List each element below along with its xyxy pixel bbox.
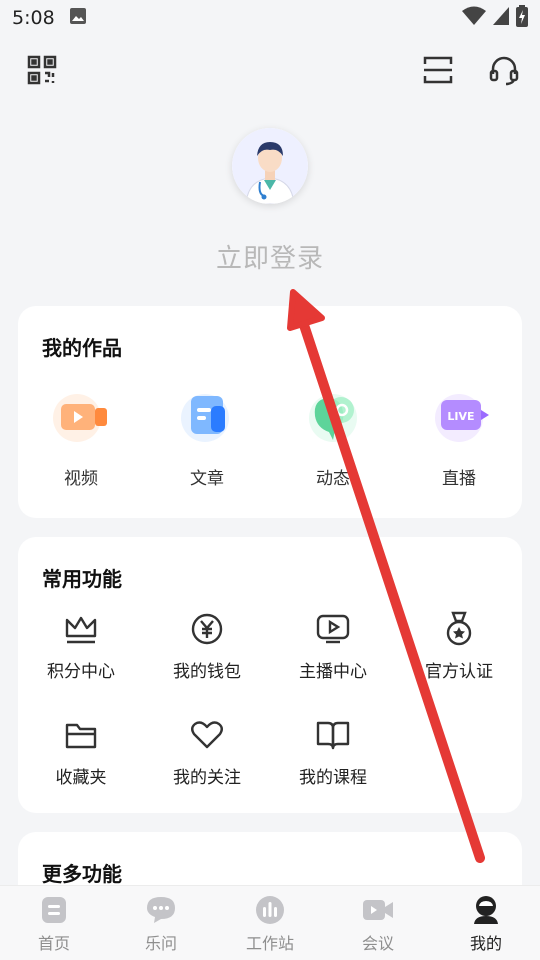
chat-bubble-icon xyxy=(145,894,177,926)
home-icon xyxy=(38,894,70,926)
login-link[interactable]: 立即登录 xyxy=(0,238,540,275)
anchor-center-label: 主播中心 xyxy=(299,662,367,682)
qr-code-icon[interactable] xyxy=(24,52,60,88)
my-courses-label: 我的课程 xyxy=(299,768,367,788)
anchor-center-button[interactable]: 主播中心 xyxy=(278,609,388,682)
medal-icon xyxy=(439,609,479,649)
works-live-label: 直播 xyxy=(442,469,476,489)
profile-icon xyxy=(470,894,502,926)
my-works-title: 我的作品 xyxy=(42,336,122,360)
avatar[interactable] xyxy=(232,128,308,204)
favorites-label: 收藏夹 xyxy=(55,768,107,788)
points-center-label: 积分中心 xyxy=(47,662,115,682)
top-actions xyxy=(0,52,540,92)
tab-mine-label: 我的 xyxy=(469,934,502,953)
my-follows-label: 我的关注 xyxy=(173,768,241,788)
wallet-label: 我的钱包 xyxy=(173,662,241,682)
doctor-avatar-icon xyxy=(232,128,308,204)
video-icon xyxy=(51,388,111,444)
points-center-button[interactable]: 积分中心 xyxy=(26,609,136,682)
tab-questions[interactable]: 乐问 xyxy=(111,894,211,954)
book-icon xyxy=(313,715,353,755)
works-article-button[interactable]: 文章 xyxy=(167,388,247,489)
article-icon xyxy=(177,388,237,444)
tab-workstation-label: 工作站 xyxy=(245,934,294,953)
live-badge-text: LIVE xyxy=(447,410,474,423)
folder-icon xyxy=(61,715,101,755)
works-moments-label: 动态 xyxy=(316,469,350,489)
signal-icon xyxy=(492,6,510,30)
status-bar: 5:08 xyxy=(0,0,540,36)
more-functions-title: 更多功能 xyxy=(42,862,122,886)
heart-icon xyxy=(187,715,227,755)
works-article-label: 文章 xyxy=(190,469,224,489)
my-courses-button[interactable]: 我的课程 xyxy=(278,715,388,788)
works-video-label: 视频 xyxy=(64,469,98,489)
yen-coin-icon xyxy=(187,609,227,649)
scan-icon[interactable] xyxy=(420,52,456,88)
common-functions-card: 常用功能 积分中心 我的钱包 主播中心 官方认证 收藏夹 我的关注 我的课程 xyxy=(18,537,522,813)
official-verification-label: 官方认证 xyxy=(425,662,493,682)
official-verification-button[interactable]: 官方认证 xyxy=(404,609,514,682)
favorites-button[interactable]: 收藏夹 xyxy=(26,715,136,788)
crown-icon xyxy=(61,609,101,649)
tab-questions-label: 乐问 xyxy=(144,934,177,953)
tab-meeting[interactable]: 会议 xyxy=(328,894,428,954)
wifi-icon xyxy=(462,6,486,30)
battery-icon xyxy=(516,5,528,31)
status-time: 5:08 xyxy=(12,7,55,29)
video-camera-icon xyxy=(362,894,394,926)
works-video-button[interactable]: 视频 xyxy=(41,388,121,489)
wallet-button[interactable]: 我的钱包 xyxy=(152,609,262,682)
bottom-tab-bar: 首页 乐问 工作站 会议 我的 xyxy=(0,885,540,960)
tab-home[interactable]: 首页 xyxy=(4,894,104,954)
headset-support-icon[interactable] xyxy=(486,52,522,88)
tab-home-label: 首页 xyxy=(37,934,70,953)
common-functions-title: 常用功能 xyxy=(42,567,122,591)
works-live-button[interactable]: LIVE 直播 xyxy=(419,388,499,489)
tab-mine[interactable]: 我的 xyxy=(436,894,536,954)
live-icon: LIVE xyxy=(429,388,489,444)
my-follows-button[interactable]: 我的关注 xyxy=(152,715,262,788)
my-works-card: 我的作品 视频 文章 动态 LIVE 直播 xyxy=(18,306,522,518)
tab-meeting-label: 会议 xyxy=(361,934,394,953)
workstation-icon xyxy=(254,894,286,926)
play-screen-icon xyxy=(313,609,353,649)
moments-icon xyxy=(303,388,363,444)
works-moments-button[interactable]: 动态 xyxy=(293,388,373,489)
tab-workstation[interactable]: 工作站 xyxy=(220,894,320,954)
gallery-notification-icon xyxy=(69,7,87,29)
